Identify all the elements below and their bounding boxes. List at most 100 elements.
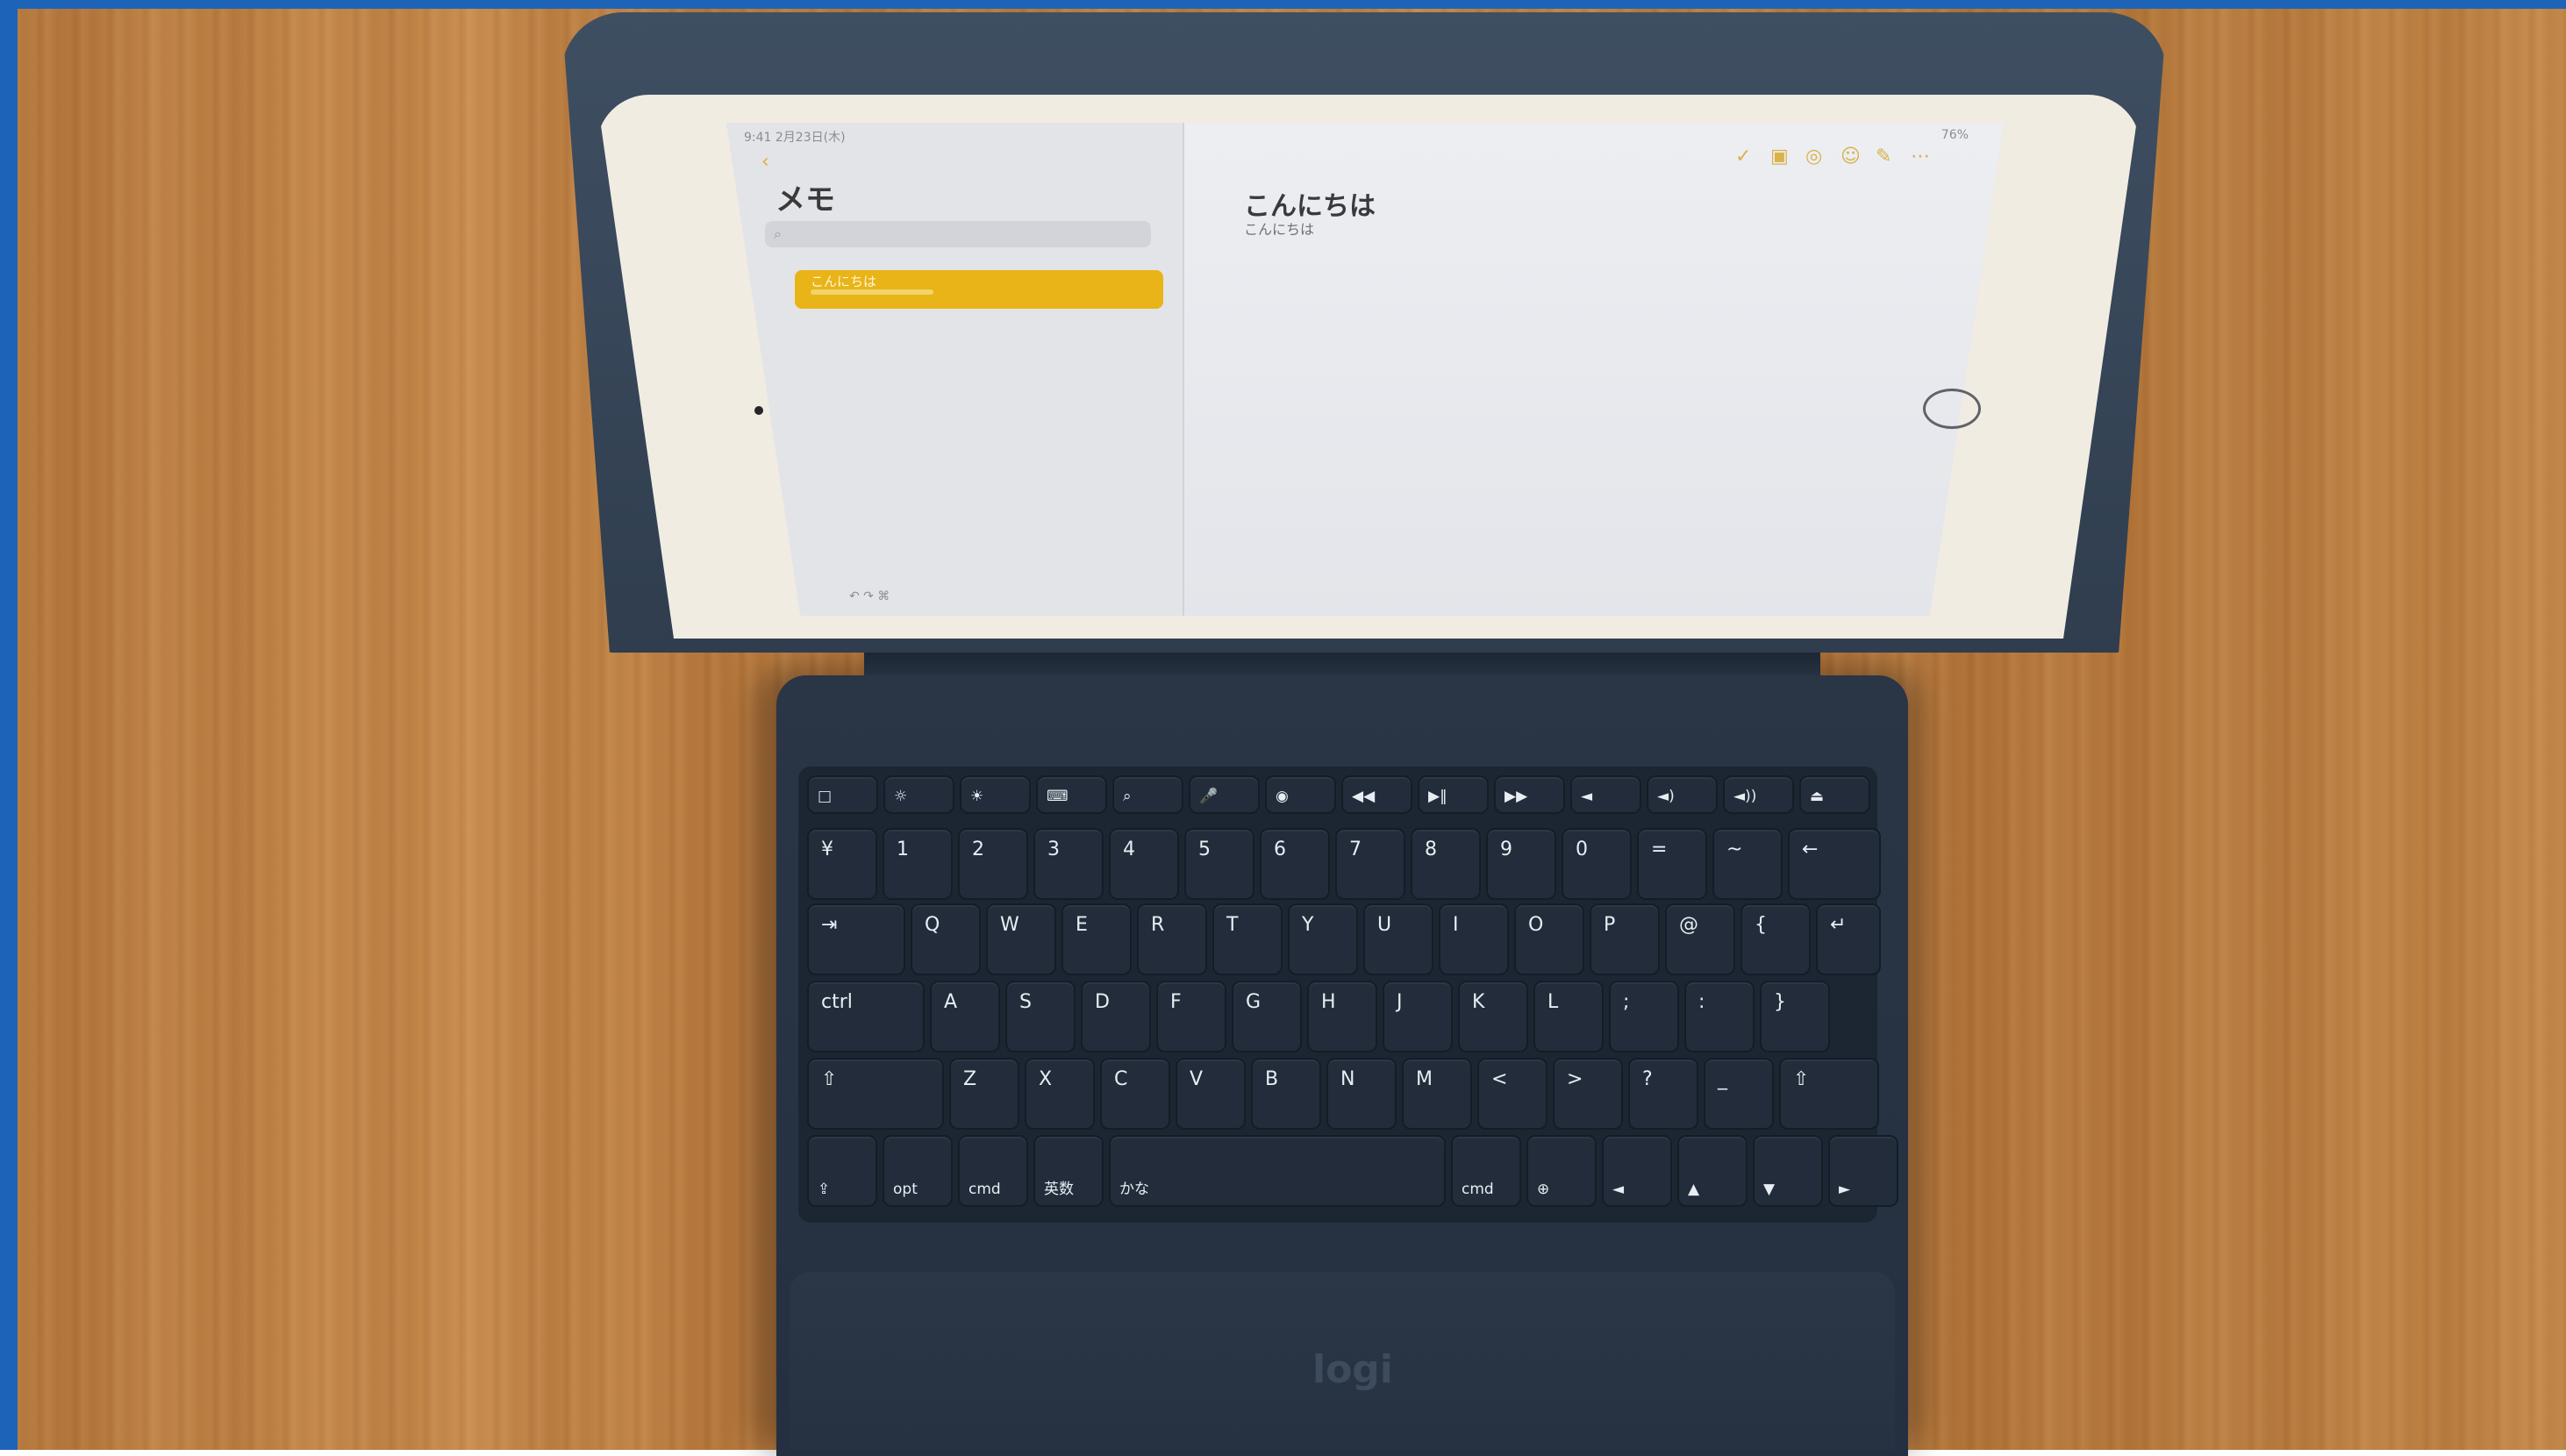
key-1-5[interactable]: 5 [1184,828,1254,900]
key-1-0[interactable]: ¥ [807,828,877,900]
key-1-3[interactable]: 3 [1033,828,1104,900]
key-0-3[interactable]: ⌨ [1036,775,1107,814]
key-5-9[interactable]: ▼ [1753,1135,1823,1207]
key-3-12[interactable]: } [1760,981,1830,1053]
key-1-13[interactable]: ← [1788,828,1881,900]
key-2-8[interactable]: I [1439,903,1509,975]
key-5-3[interactable]: 英数 [1033,1135,1104,1207]
key-2-10[interactable]: P [1590,903,1660,975]
key-label: S [1019,991,1032,1013]
checklist-icon[interactable]: ✓ [1735,146,1751,168]
key-2-5[interactable]: T [1212,903,1283,975]
back-chevron-icon[interactable]: ‹ [761,151,769,173]
key-1-6[interactable]: 6 [1260,828,1330,900]
key-2-2[interactable]: W [986,903,1056,975]
key-2-12[interactable]: { [1740,903,1811,975]
key-0-4[interactable]: ⌕ [1112,775,1183,814]
key-4-8[interactable]: < [1477,1058,1547,1130]
key-5-8[interactable]: ▲ [1677,1135,1748,1207]
key-1-2[interactable]: 2 [958,828,1028,900]
key-3-10[interactable]: ; [1609,981,1679,1053]
table-icon[interactable]: ▣ [1770,146,1789,168]
key-4-10[interactable]: ? [1628,1058,1698,1130]
key-2-9[interactable]: O [1514,903,1584,975]
key-1-10[interactable]: 0 [1562,828,1632,900]
key-1-7[interactable]: 7 [1335,828,1405,900]
key-0-7[interactable]: ◀◀ [1341,775,1412,814]
search-icon: ⌕ [774,225,782,242]
share-icon[interactable]: ☺ [1841,146,1861,168]
key-3-6[interactable]: H [1307,981,1377,1053]
key-4-5[interactable]: B [1251,1058,1321,1130]
key-0-0[interactable]: □ [807,775,878,814]
key-5-2[interactable]: cmd [958,1135,1028,1207]
key-0-2[interactable]: ☀ [960,775,1031,814]
key-4-3[interactable]: C [1100,1058,1170,1130]
search-input[interactable] [765,221,1151,247]
key-label: ▼ [1763,1181,1776,1198]
key-label: 4 [1123,839,1135,860]
key-3-3[interactable]: D [1081,981,1151,1053]
key-1-11[interactable]: = [1637,828,1707,900]
key-0-9[interactable]: ▶▶ [1494,775,1565,814]
key-0-6[interactable]: ◉ [1265,775,1336,814]
ipad-screen[interactable]: 9:41 2月23日(木) 76% ‹ メモ ⌕ こんにちは こんにちは こんに… [726,123,2004,616]
key-1-4[interactable]: 4 [1109,828,1179,900]
more-icon[interactable]: ⋯ [1911,146,1930,168]
key-4-11[interactable]: _ [1704,1058,1774,1130]
key-3-5[interactable]: G [1232,981,1302,1053]
key-5-4[interactable]: かな [1109,1135,1446,1207]
key-3-9[interactable]: L [1533,981,1604,1053]
key-label: Q [925,914,940,936]
key-1-12[interactable]: ~ [1712,828,1783,900]
key-label: { [1755,914,1767,936]
key-1-9[interactable]: 9 [1486,828,1556,900]
key-0-11[interactable]: ◄) [1647,775,1718,814]
compose-icon[interactable]: ✎ [1876,146,1891,168]
camera-icon[interactable]: ◎ [1805,146,1822,168]
key-0-13[interactable]: ⏏ [1799,775,1870,814]
key-label: P [1604,914,1616,936]
key-2-1[interactable]: Q [911,903,981,975]
key-2-13[interactable]: ↵ [1816,903,1881,975]
key-label: 7 [1349,839,1362,860]
key-2-6[interactable]: Y [1288,903,1358,975]
key-4-0[interactable]: ⇧ [807,1058,944,1130]
key-4-1[interactable]: Z [949,1058,1019,1130]
key-1-8[interactable]: 8 [1411,828,1481,900]
key-3-0[interactable]: ctrl [807,981,925,1053]
key-3-11[interactable]: : [1684,981,1755,1053]
key-3-2[interactable]: S [1005,981,1076,1053]
key-0-12[interactable]: ◄)) [1723,775,1794,814]
key-5-6[interactable]: ⊕ [1526,1135,1597,1207]
key-5-5[interactable]: cmd [1451,1135,1521,1207]
key-label: cmd [1462,1181,1494,1198]
home-button[interactable] [1923,389,1981,429]
key-3-1[interactable]: A [930,981,1000,1053]
key-0-8[interactable]: ▶‖ [1418,775,1489,814]
key-0-1[interactable]: ☼ [883,775,954,814]
key-1-1[interactable]: 1 [883,828,953,900]
key-4-9[interactable]: > [1553,1058,1623,1130]
key-5-7[interactable]: ◄ [1602,1135,1672,1207]
key-2-4[interactable]: R [1137,903,1207,975]
key-4-7[interactable]: M [1402,1058,1472,1130]
list-item-subtitle [811,289,933,295]
key-5-1[interactable]: opt [883,1135,953,1207]
key-4-4[interactable]: V [1176,1058,1246,1130]
key-4-6[interactable]: N [1326,1058,1397,1130]
sidebar-title: メモ [776,182,835,218]
key-0-5[interactable]: 🎤 [1189,775,1260,814]
key-2-0[interactable]: ⇥ [807,903,905,975]
key-5-10[interactable]: ► [1828,1135,1898,1207]
key-5-0[interactable]: ⇪ [807,1135,877,1207]
key-2-11[interactable]: @ [1665,903,1735,975]
key-3-8[interactable]: K [1458,981,1528,1053]
key-3-7[interactable]: J [1383,981,1453,1053]
key-0-10[interactable]: ◄ [1570,775,1641,814]
key-4-2[interactable]: X [1025,1058,1095,1130]
key-3-4[interactable]: F [1156,981,1226,1053]
key-4-12[interactable]: ⇧ [1779,1058,1879,1130]
key-2-3[interactable]: E [1061,903,1132,975]
key-2-7[interactable]: U [1363,903,1433,975]
